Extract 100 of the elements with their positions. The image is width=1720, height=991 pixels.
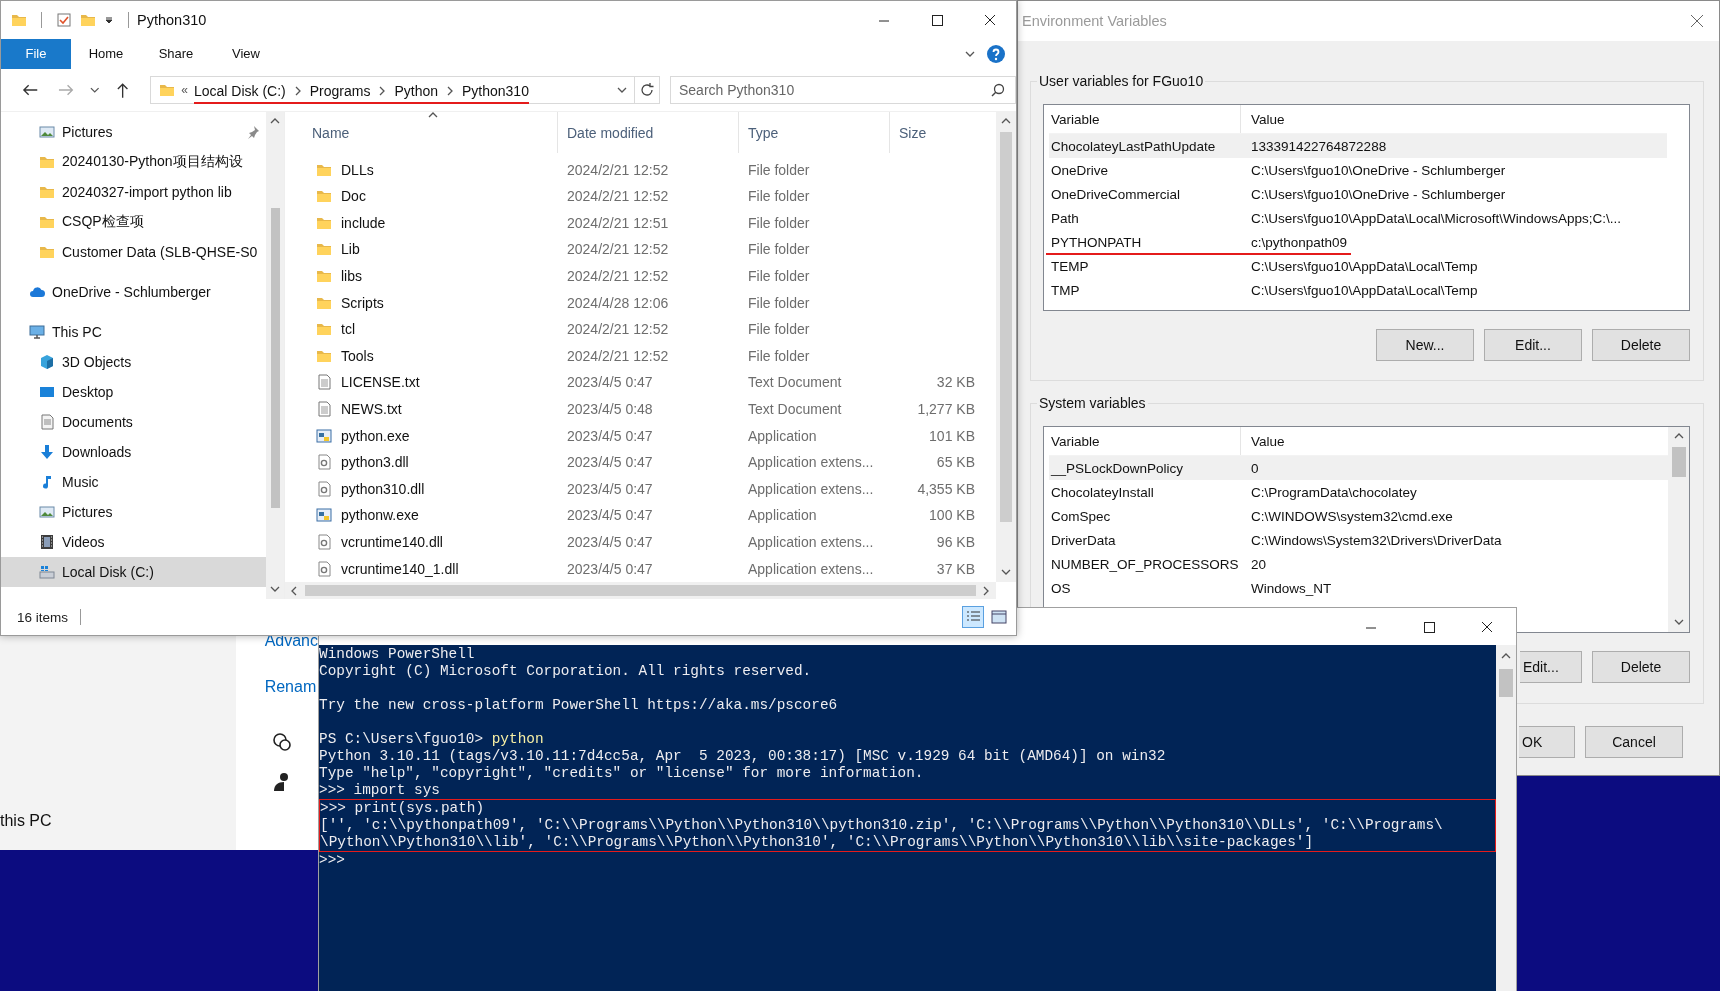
list-row[interactable]: TMP C:\Users\fguo10\AppData\Local\Temp xyxy=(1049,278,1667,302)
list-row[interactable]: TEMP C:\Users\fguo10\AppData\Local\Temp xyxy=(1049,254,1667,278)
file-name[interactable]: python3.dll xyxy=(341,454,409,471)
nav-item[interactable]: This PC xyxy=(1,317,266,347)
document-icon xyxy=(316,401,332,417)
dialog-button[interactable]: OK xyxy=(1519,726,1575,758)
column-header[interactable]: Value xyxy=(1241,105,1667,133)
list-row[interactable]: OS Windows_NT xyxy=(1049,576,1668,600)
list-row[interactable]: DriverData C:\Windows\System32\Drivers\DriverData xyxy=(1049,528,1668,552)
settings-link[interactable]: Advanc xyxy=(264,632,318,650)
file-name[interactable]: libs xyxy=(341,268,362,285)
nav-item[interactable]: Desktop xyxy=(1,377,266,407)
list-row[interactable]: NUMBER_OF_PROCESSORS 20 xyxy=(1049,552,1668,576)
column-header[interactable]: Date modified xyxy=(558,112,739,154)
file-name[interactable]: include xyxy=(341,214,386,231)
file-name[interactable]: python310.dll xyxy=(341,480,425,497)
nav-item[interactable]: Videos xyxy=(1,527,266,557)
details-view-icon[interactable] xyxy=(962,606,984,628)
overflow-marker[interactable]: « xyxy=(181,83,188,97)
list-row[interactable]: ChocolateyInstall C:\ProgramData\chocolatey xyxy=(1049,480,1668,504)
search-icon[interactable] xyxy=(990,82,1006,98)
file-name[interactable]: Scripts xyxy=(341,294,384,311)
table-cell-text: 37 KB xyxy=(935,560,976,577)
breadcrumb[interactable]: Python xyxy=(394,82,438,99)
table-cell-text: 100 KB xyxy=(928,507,976,524)
breadcrumb[interactable]: Programs xyxy=(309,82,371,99)
file-name[interactable]: vcruntime140.dll xyxy=(341,534,443,550)
nav-item[interactable]: Downloads xyxy=(1,437,266,467)
scrollbar-thumb[interactable] xyxy=(1671,447,1686,477)
ribbon-tab[interactable]: Share xyxy=(141,39,211,69)
checklist-icon[interactable] xyxy=(56,12,72,28)
file-name[interactable]: pythonw.exe xyxy=(341,507,419,524)
file-name[interactable]: Tools xyxy=(341,347,374,364)
column-header[interactable]: Value xyxy=(1241,427,1668,455)
search-field[interactable]: Search Python310 xyxy=(670,76,1016,104)
file-name[interactable]: tcl xyxy=(341,321,355,338)
dialog-button[interactable]: Delete xyxy=(1592,651,1690,683)
file-name[interactable]: Lib xyxy=(341,241,360,258)
list-row[interactable]: OneDriveCommercial C:\Users\fguo10\OneDrive - Schlumberger xyxy=(1049,182,1667,206)
list-row[interactable]: Path C:\Users\fguo10\AppData\Local\Microsoft\WindowsApps;C:\... xyxy=(1049,206,1667,230)
nav-item[interactable]: OneDrive - Schlumberger xyxy=(1,277,266,307)
nav-item[interactable]: Local Disk (C:) xyxy=(1,557,266,587)
dialog-button[interactable]: Cancel xyxy=(1585,726,1683,758)
scrollbar-thumb[interactable] xyxy=(1000,132,1012,522)
breadcrumb[interactable]: Local Disk (C:) xyxy=(193,82,286,99)
ribbon-tab[interactable]: View xyxy=(211,39,281,69)
column-header[interactable]: Size xyxy=(890,112,985,154)
file-menu-button[interactable]: File xyxy=(1,39,71,69)
column-header[interactable]: Name xyxy=(285,112,558,154)
close-icon[interactable] xyxy=(982,13,997,27)
maximize-icon[interactable] xyxy=(1422,619,1436,634)
help-icon[interactable] xyxy=(986,44,1006,64)
scrollbar-thumb[interactable] xyxy=(1499,669,1513,697)
column-header[interactable]: Variable xyxy=(1049,105,1241,133)
nav-item[interactable]: 20240130-Python项目结构设 xyxy=(1,147,266,177)
folder-icon xyxy=(316,268,332,285)
nav-item[interactable]: Documents xyxy=(1,407,266,437)
chat-icon[interactable] xyxy=(271,732,292,752)
dialog-button[interactable]: Delete xyxy=(1592,329,1690,361)
file-name[interactable]: LICENSE.txt xyxy=(341,374,420,391)
address-bar[interactable]: « Local Disk (C:) Programs Python Python310 xyxy=(150,76,636,104)
list-row[interactable]: __PSLockDownPolicy 0 xyxy=(1049,456,1668,480)
file-name[interactable]: vcruntime140_1.dll xyxy=(341,560,459,577)
dialog-button[interactable]: New... xyxy=(1376,329,1474,361)
refresh-icon[interactable] xyxy=(639,82,656,98)
nav-item[interactable]: 20240327-import python lib xyxy=(1,177,266,207)
list-row[interactable]: PYTHONPATH c:\pythonpath09 xyxy=(1049,230,1667,254)
console-line: Windows PowerShell xyxy=(319,646,476,663)
nav-item[interactable]: 3D Objects xyxy=(1,347,266,377)
scrollbar-thumb[interactable] xyxy=(270,208,280,508)
file-name[interactable]: python.exe xyxy=(341,427,410,444)
column-header[interactable]: Variable xyxy=(1049,427,1241,455)
scrollbar-thumb[interactable] xyxy=(305,585,976,596)
file-name[interactable]: Doc xyxy=(341,188,366,205)
breadcrumb[interactable]: Python310 xyxy=(462,82,529,99)
caret-icon[interactable] xyxy=(104,15,114,25)
dialog-button[interactable]: Edit... xyxy=(1484,329,1582,361)
table-cell-text: File folder xyxy=(747,294,811,311)
console-prompt: PS C:\Users\fguo10> xyxy=(319,731,485,747)
ribbon-tab[interactable]: Home xyxy=(71,39,141,69)
maximize-icon[interactable] xyxy=(929,13,944,27)
large-icons-view-icon[interactable] xyxy=(990,608,1008,626)
file-name[interactable]: NEWS.txt xyxy=(341,401,402,417)
back-arrow-icon[interactable] xyxy=(21,82,39,98)
list-row[interactable]: OneDrive C:\Users\fguo10\OneDrive - Schlumberger xyxy=(1049,158,1667,182)
nav-item[interactable]: CSQP检查项 xyxy=(1,207,266,237)
nav-item[interactable]: Pictures xyxy=(1,117,266,147)
nav-item[interactable]: Music xyxy=(1,467,266,497)
file-name[interactable]: DLLs xyxy=(341,161,374,178)
nav-item[interactable]: Pictures xyxy=(1,497,266,527)
close-icon[interactable] xyxy=(1480,619,1494,634)
column-header[interactable]: Type xyxy=(739,112,890,154)
table-cell-text: 2024/2/21 12:52 xyxy=(566,241,670,258)
list-row[interactable]: ComSpec C:\WINDOWS\system32\cmd.exe xyxy=(1049,504,1668,528)
console-command: python xyxy=(491,731,544,747)
list-row[interactable]: ChocolateyLastPathUpdate 133391422764872288 xyxy=(1049,134,1667,158)
settings-link[interactable]: Renam xyxy=(264,678,318,696)
nav-item[interactable]: Customer Data (SLB-QHSE-S0 xyxy=(1,237,266,267)
up-arrow-icon[interactable] xyxy=(114,81,131,99)
dialog-button[interactable]: Edit... xyxy=(1520,651,1582,683)
